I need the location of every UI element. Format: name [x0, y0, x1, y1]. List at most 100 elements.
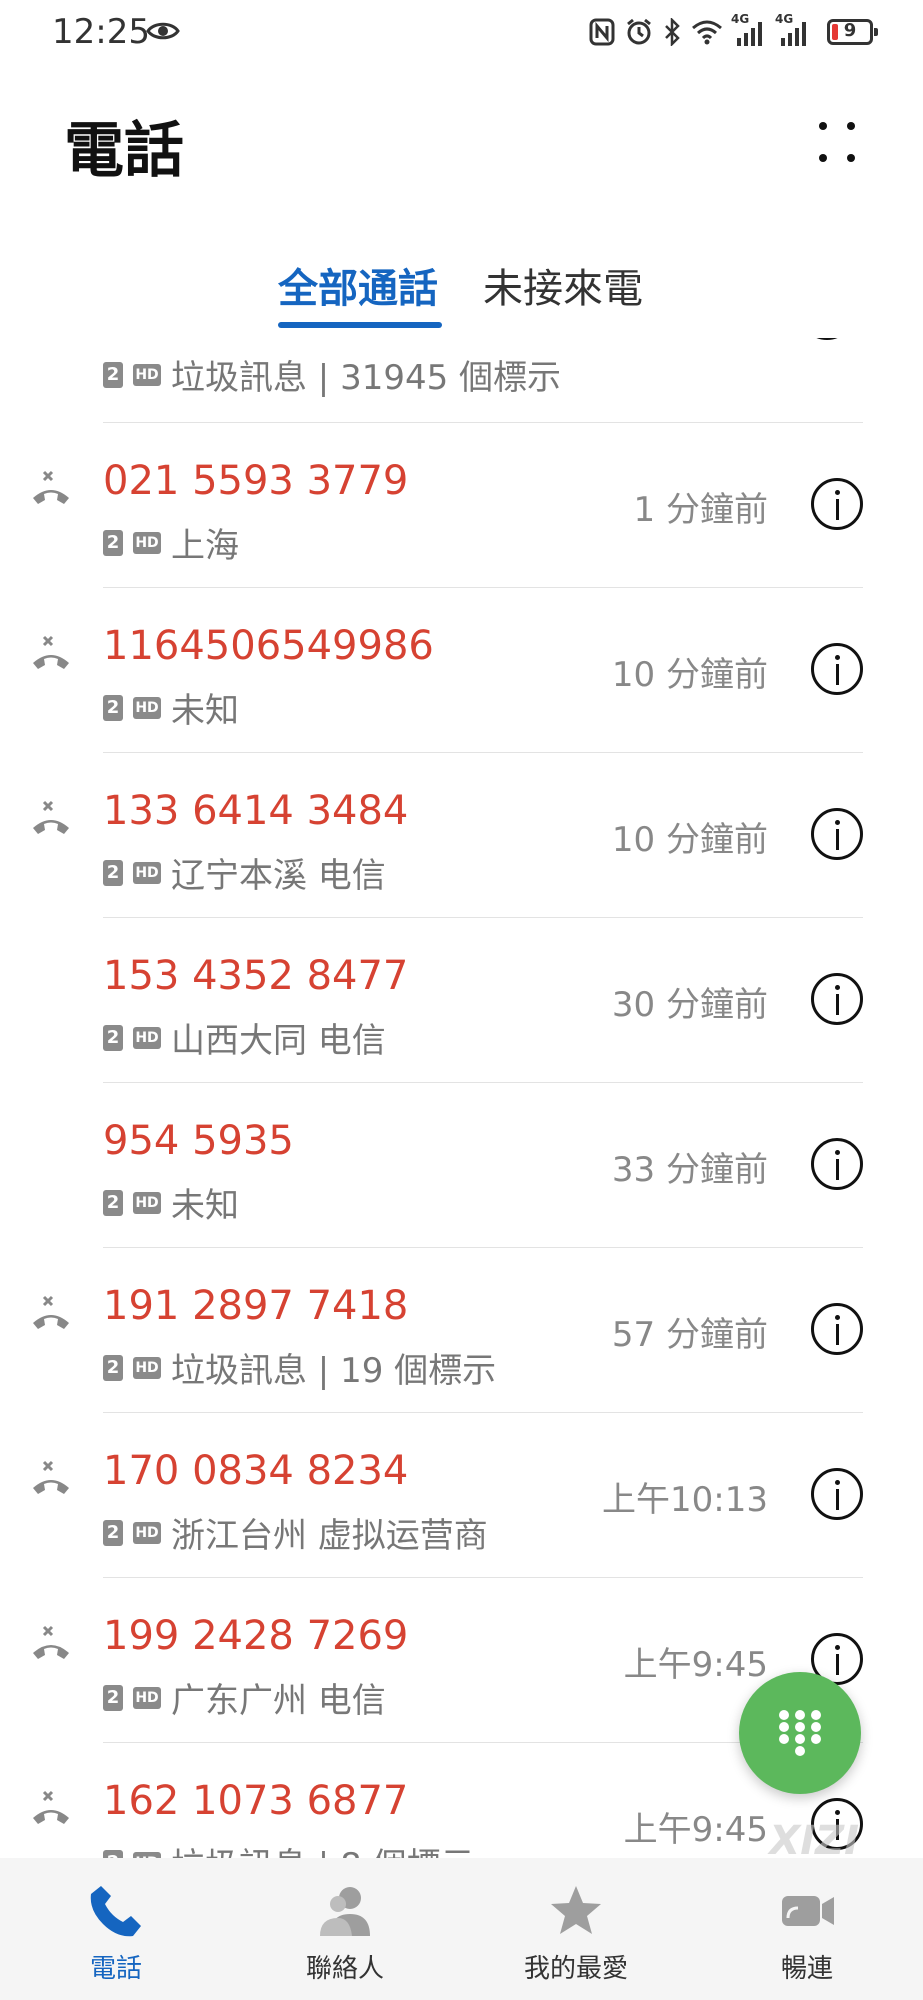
call-sub: 2 HD 山西大同 电信	[103, 1013, 386, 1062]
hd-icon: HD	[133, 696, 161, 719]
call-sub: 2 HD 未知	[103, 1178, 239, 1227]
call-time: 33 分鐘前	[611, 1150, 768, 1190]
battery-icon: 9	[827, 19, 878, 45]
info-icon[interactable]	[811, 973, 863, 1025]
call-sub: 2 HD 广东广州 电信	[103, 1673, 386, 1722]
info-icon[interactable]	[811, 643, 863, 695]
sim2-icon: 2	[103, 1684, 123, 1711]
tab-indicator	[278, 322, 442, 328]
call-number: 133 6414 3484	[103, 788, 409, 834]
call-location: 浙江台州 虚拟运营商	[171, 1516, 488, 1556]
hd-icon: HD	[133, 1356, 161, 1379]
dot-icon	[819, 122, 827, 130]
bluetooth-icon	[663, 18, 681, 46]
info-icon[interactable]	[811, 808, 863, 860]
battery-level: 9	[843, 20, 857, 41]
call-location: 辽宁本溪 电信	[171, 856, 386, 896]
call-row-partial[interactable]: 2 HD 垃圾訊息 | 31945 個標示	[0, 338, 923, 422]
wifi-icon	[691, 19, 723, 45]
dialpad-button[interactable]	[739, 1672, 861, 1794]
status-icons: 4G 4G 9	[589, 12, 878, 46]
status-time: 12:25	[52, 12, 150, 52]
contacts-icon	[320, 1887, 370, 1936]
call-location: 山西大同 电信	[171, 1021, 386, 1061]
call-row[interactable]: 191 2897 7418 2 HD 垃圾訊息 | 19 個標示 57 分鐘前	[0, 1247, 923, 1412]
call-number: 153 4352 8477	[103, 953, 409, 999]
info-icon[interactable]	[811, 1303, 863, 1355]
more-options-button[interactable]	[813, 118, 861, 166]
nav-label: 電話	[89, 1954, 142, 1984]
status-bar: 12:25 4G 4G 9	[0, 0, 923, 70]
call-time: 10 分鐘前	[611, 655, 768, 695]
call-sub: 2 HD 垃圾訊息 | 31945 個標示	[103, 350, 561, 399]
eye-icon	[146, 20, 180, 46]
call-row[interactable]: 133 6414 3484 2 HD 辽宁本溪 电信 10 分鐘前	[0, 752, 923, 917]
call-sub: 2 HD 辽宁本溪 电信	[103, 848, 386, 897]
divider	[103, 422, 863, 423]
call-row[interactable]: 153 4352 8477 2 HD 山西大同 电信 30 分鐘前	[0, 917, 923, 1082]
call-list[interactable]: 2 HD 垃圾訊息 | 31945 個標示 021 5593 3779 2 HD 上海…	[0, 338, 923, 1858]
divider	[103, 1247, 863, 1248]
divider	[103, 752, 863, 753]
call-location: 未知	[171, 1186, 239, 1226]
bottom-nav: 電話 聯絡人 我的最愛 暢連	[0, 1858, 923, 2000]
call-sub: 2HD垃圾訊息 | 8 個標示	[103, 1838, 475, 1858]
divider	[103, 587, 863, 588]
nav-favorites[interactable]: 我的最愛	[476, 1882, 676, 1985]
missed-call-icon	[33, 470, 69, 504]
call-number: 954 5935	[103, 1118, 294, 1164]
hd-icon: HD	[133, 531, 161, 554]
call-number: 1164506549986	[103, 623, 434, 669]
nav-phone[interactable]: 電話	[16, 1882, 216, 1985]
nav-contacts[interactable]: 聯絡人	[245, 1882, 445, 1985]
video-call-icon	[782, 1896, 834, 1926]
info-icon[interactable]	[811, 1468, 863, 1520]
call-time: 上午9:45	[623, 1810, 768, 1850]
divider	[103, 1412, 863, 1413]
tab-missed-calls[interactable]: 未接來電	[483, 256, 643, 314]
missed-call-icon	[33, 800, 69, 834]
nav-label: 暢連	[780, 1954, 833, 1984]
missed-call-icon	[33, 1790, 69, 1824]
signal-icon-1: 4G	[731, 12, 767, 46]
nav-meetime[interactable]: 暢連	[707, 1882, 907, 1985]
dot-icon	[847, 154, 855, 162]
call-location: 广东广州 电信	[171, 1681, 386, 1721]
missed-call-icon	[33, 635, 69, 669]
dot-icon	[819, 154, 827, 162]
call-row[interactable]: 170 0834 8234 2 HD 浙江台州 虚拟运营商 上午10:13	[0, 1412, 923, 1577]
call-number: 191 2897 7418	[103, 1283, 409, 1329]
call-sub: 2 HD 垃圾訊息 | 19 個標示	[103, 1343, 496, 1392]
call-location: 垃圾訊息 | 31945 個標示	[171, 358, 562, 398]
divider	[103, 1577, 863, 1578]
page-title: 電話	[64, 116, 184, 186]
call-row[interactable]: 1164506549986 2 HD 未知 10 分鐘前	[0, 587, 923, 752]
nfc-icon	[589, 18, 615, 46]
call-time: 1 分鐘前	[633, 490, 768, 530]
call-number: 021 5593 3779	[103, 458, 409, 504]
dialpad-icon	[779, 1710, 821, 1756]
info-icon[interactable]	[811, 478, 863, 530]
info-icon[interactable]	[799, 338, 855, 340]
call-location: 上海	[171, 526, 239, 566]
call-time: 上午9:45	[623, 1645, 768, 1685]
call-location: 垃圾訊息 | 19 個標示	[171, 1351, 497, 1391]
sim2-icon: 2	[103, 1519, 123, 1546]
call-number: 170 0834 8234	[103, 1448, 409, 1494]
missed-call-icon	[33, 1295, 69, 1329]
sim2-icon: 2	[103, 694, 123, 721]
info-icon[interactable]	[811, 1138, 863, 1190]
call-row[interactable]: 021 5593 3779 2 HD 上海 1 分鐘前	[0, 422, 923, 587]
missed-call-icon	[33, 1460, 69, 1494]
sim2-icon: 2	[103, 859, 123, 886]
tab-all-calls[interactable]: 全部通話	[278, 256, 438, 314]
call-number: 162 1073 6877	[103, 1778, 409, 1824]
divider	[103, 917, 863, 918]
nav-label: 聯絡人	[305, 1954, 384, 1984]
call-time: 30 分鐘前	[611, 985, 768, 1025]
signal-icon-2: 4G	[775, 12, 811, 46]
star-icon	[551, 1886, 601, 1934]
tab-bar: 全部通話 未接來電	[0, 256, 923, 336]
call-row[interactable]: 954 5935 2 HD 未知 33 分鐘前	[0, 1082, 923, 1247]
hd-icon: HD	[133, 363, 161, 386]
